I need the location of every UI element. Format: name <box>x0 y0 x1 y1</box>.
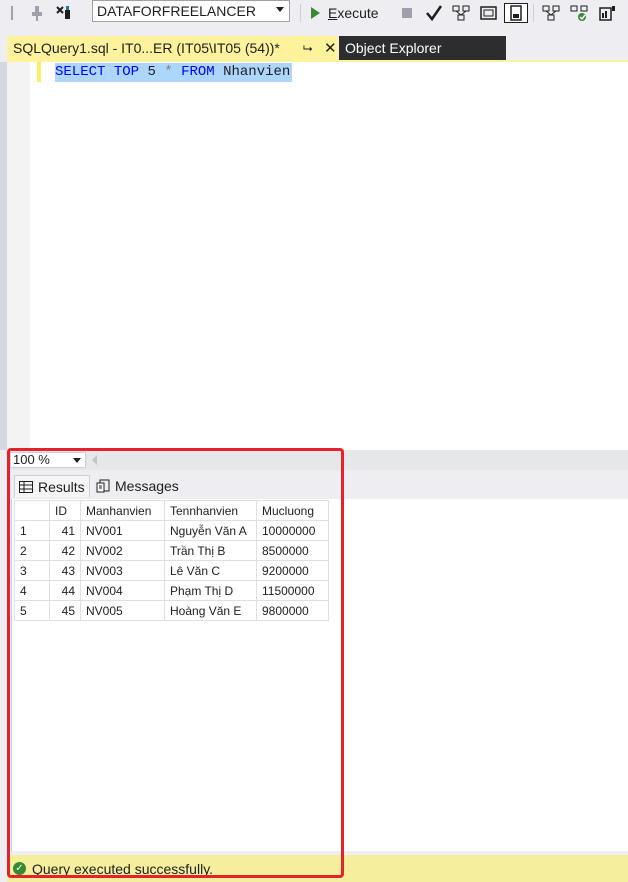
scroll-left-arrow-icon[interactable] <box>92 455 97 465</box>
editor-left-border <box>0 62 7 450</box>
table-row[interactable]: 2 42 NV002 Trần Thị B 8500000 <box>14 540 329 561</box>
display-plan-icon[interactable] <box>450 3 472 23</box>
tab-messages-label: Messages <box>115 478 179 494</box>
cell-id[interactable]: 42 <box>49 540 81 561</box>
column-header-tennhanvien[interactable]: Tennhanvien <box>164 500 257 521</box>
cell-id[interactable]: 41 <box>49 520 81 541</box>
column-header-manhanvien[interactable]: Manhanvien <box>80 500 165 521</box>
cell-manhanvien[interactable]: NV001 <box>80 520 165 541</box>
success-check-icon: ✓ <box>13 862 26 875</box>
changed-line-marker <box>37 62 41 82</box>
results-tab-strip: Results Messages <box>7 470 628 499</box>
sql-star: * <box>164 64 173 80</box>
row-number[interactable]: 5 <box>14 600 50 621</box>
toolbar-grip-icon <box>4 3 20 23</box>
status-message: Query executed successfully. <box>32 860 214 877</box>
grid-header-row: ID Manhanvien Tennhanvien Mucluong <box>14 500 329 521</box>
column-header-mucluong[interactable]: Mucluong <box>256 500 329 521</box>
pin-icon[interactable]: ⮡ <box>303 41 313 56</box>
zoom-select[interactable]: 100 % <box>10 452 86 468</box>
cell-tennhanvien[interactable]: Trần Thị B <box>164 540 257 561</box>
row-number[interactable]: 4 <box>14 580 50 601</box>
sql-line-1[interactable]: SELECT TOP 5 * FROM Nhanvien <box>55 63 293 82</box>
execute-button[interactable]: Execute <box>311 3 389 23</box>
document-tab-bar: SQLQuery1.sql - IT0...ER (IT05\IT05 (54)… <box>0 36 628 60</box>
results-to-grid-icon[interactable] <box>504 3 528 23</box>
table-row[interactable]: 1 41 NV001 Nguyễn Văn A 10000000 <box>14 520 329 541</box>
results-grid[interactable]: ID Manhanvien Tennhanvien Mucluong 1 41 … <box>14 500 329 621</box>
cell-manhanvien[interactable]: NV003 <box>80 560 165 581</box>
estimated-plan-icon[interactable] <box>540 3 562 23</box>
row-number[interactable]: 2 <box>14 540 50 561</box>
tab-sqlquery1[interactable]: SQLQuery1.sql - IT0...ER (IT05\IT05 (54)… <box>7 36 338 60</box>
toolbar-separator <box>300 4 301 22</box>
results-to-text-icon[interactable] <box>478 3 500 23</box>
chevron-down-icon <box>73 458 81 463</box>
parse-checkmark-icon[interactable] <box>424 3 444 23</box>
column-header-id[interactable]: ID <box>49 500 81 521</box>
cell-tennhanvien[interactable]: Phạm Thị D <box>164 580 257 601</box>
query-status-bar: ✓ Query executed successfully. <box>7 855 628 882</box>
query-editor[interactable]: SELECT TOP 5 * FROM Nhanvien <box>7 62 628 450</box>
messages-icon <box>96 479 110 493</box>
grid-corner-cell[interactable] <box>14 500 50 521</box>
cell-id[interactable]: 43 <box>49 560 81 581</box>
row-number[interactable]: 1 <box>14 520 50 541</box>
close-icon[interactable]: ✕ <box>324 39 337 57</box>
tab-object-explorer-label: Object Explorer <box>345 40 442 56</box>
zoom-value: 100 % <box>13 452 50 467</box>
cell-manhanvien[interactable]: NV002 <box>80 540 165 561</box>
toolbar-separator <box>533 4 534 22</box>
cell-manhanvien[interactable]: NV004 <box>80 580 165 601</box>
stop-icon[interactable] <box>400 3 414 23</box>
cell-tennhanvien[interactable]: Hoàng Văn E <box>164 600 257 621</box>
tab-results[interactable]: Results <box>14 475 90 497</box>
cell-tennhanvien[interactable]: Nguyễn Văn A <box>164 520 257 541</box>
zoom-bar: 100 % <box>7 450 628 470</box>
cell-mucluong[interactable]: 10000000 <box>256 520 329 541</box>
table-row[interactable]: 3 43 NV003 Lê Văn C 9200000 <box>14 560 329 581</box>
play-icon <box>311 7 320 19</box>
table-row[interactable]: 4 44 NV004 Phạm Thị D 11500000 <box>14 580 329 601</box>
grid-icon <box>19 480 33 493</box>
change-connection-icon[interactable] <box>54 3 74 23</box>
table-row[interactable]: 5 45 NV005 Hoàng Văn E 9800000 <box>14 600 329 621</box>
tab-messages[interactable]: Messages <box>92 475 185 497</box>
cell-id[interactable]: 45 <box>49 600 81 621</box>
sql-table-name: Nhanvien <box>223 64 291 80</box>
cell-manhanvien[interactable]: NV005 <box>80 600 165 621</box>
sql-keyword-select: SELECT <box>55 64 106 80</box>
results-grid-area[interactable]: ID Manhanvien Tennhanvien Mucluong 1 41 … <box>11 499 628 851</box>
cell-mucluong[interactable]: 9200000 <box>256 560 329 581</box>
sql-keyword-top: TOP <box>113 64 140 80</box>
live-plan-icon[interactable] <box>568 3 590 23</box>
cell-mucluong[interactable]: 11500000 <box>256 580 329 601</box>
cell-mucluong[interactable]: 9800000 <box>256 600 329 621</box>
client-statistics-icon[interactable] <box>596 3 618 23</box>
database-select[interactable]: DATAFORFREELANCER <box>92 0 290 22</box>
chevron-down-icon <box>276 7 284 12</box>
cell-id[interactable]: 44 <box>49 580 81 601</box>
database-select-value: DATAFORFREELANCER <box>97 3 256 19</box>
cell-tennhanvien[interactable]: Lê Văn C <box>164 560 257 581</box>
query-toolbar: DATAFORFREELANCER Execute <box>0 0 628 28</box>
tab-sqlquery1-label: SQLQuery1.sql - IT0...ER (IT05\IT05 (54)… <box>13 40 280 56</box>
sql-number: 5 <box>147 64 156 80</box>
tab-results-label: Results <box>38 478 85 495</box>
cell-mucluong[interactable]: 8500000 <box>256 540 329 561</box>
plug-icon[interactable] <box>28 3 46 23</box>
execute-label: Execute <box>328 5 379 21</box>
sql-keyword-from: FROM <box>181 64 215 80</box>
row-number[interactable]: 3 <box>14 560 50 581</box>
tab-object-explorer[interactable]: Object Explorer <box>339 36 506 60</box>
